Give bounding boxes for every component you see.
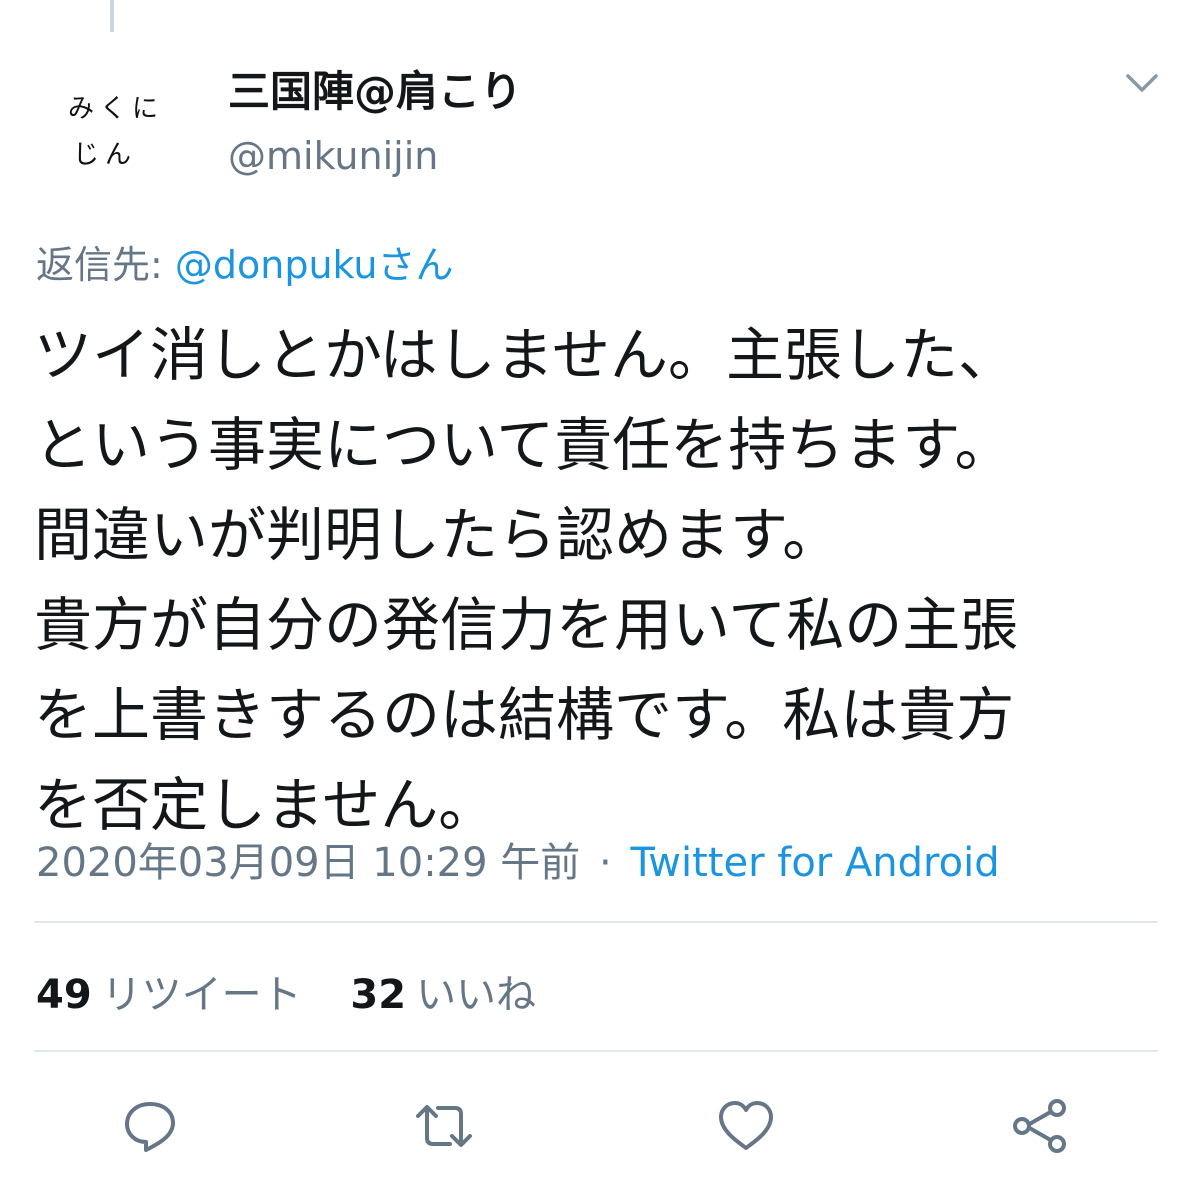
- divider: [34, 1050, 1158, 1052]
- retweet-button[interactable]: [414, 1098, 474, 1154]
- retweet-icon: [416, 1105, 472, 1147]
- reply-to-link[interactable]: @donpukuさん: [175, 243, 454, 287]
- avatar-text-line-1: みくに: [67, 94, 164, 124]
- author-display-name[interactable]: 三国陣@肩こり: [228, 58, 522, 119]
- retweets-count: 49: [36, 972, 92, 1018]
- thread-connector-line: [110, 0, 114, 32]
- meta-separator: ·: [599, 840, 612, 886]
- avatar[interactable]: みくに じん: [42, 62, 182, 202]
- tweet-timestamp: 2020年03月09日 10:29 午前: [36, 840, 581, 886]
- retweets-label: リツイート: [101, 972, 302, 1018]
- reply-icon: [125, 1102, 175, 1152]
- likes-stat[interactable]: 32 いいね: [350, 972, 536, 1018]
- tweet-text-line: 貴方が自分の発信力を用いて私の主張: [34, 591, 1019, 659]
- avatar-text-line-2: じん: [72, 140, 137, 170]
- share-icon: [1013, 1099, 1066, 1153]
- tweet-text-line: という事実について責任を持ちます。: [34, 411, 1013, 479]
- chevron-down-icon[interactable]: [1122, 66, 1162, 100]
- reply-prefix: 返信先:: [36, 243, 175, 287]
- tweet-text: ツイ消しとかはしません。主張した、 という事実について責任を持ちます。 間違いが…: [34, 310, 1164, 850]
- author-handle[interactable]: @mikunijin: [228, 134, 438, 178]
- reply-context: 返信先: @donpukuさん: [36, 234, 453, 289]
- divider: [34, 921, 1158, 923]
- retweets-stat[interactable]: 49 リツイート: [36, 972, 302, 1018]
- heart-icon: [719, 1101, 773, 1150]
- tweet-text-line: ツイ消しとかはしません。主張した、: [34, 321, 1016, 389]
- tweet-text-line: を上書きするのは結構です。私は貴方: [34, 681, 1015, 749]
- likes-label: いいね: [416, 972, 537, 1018]
- share-button[interactable]: [1010, 1098, 1070, 1154]
- tweet-text-line: 間違いが判明したら認めます。: [34, 501, 841, 569]
- likes-count: 32: [350, 972, 407, 1018]
- tweet-meta: 2020年03月09日 10:29 午前 · Twitter for Andro…: [36, 830, 1000, 888]
- tweet-source-link[interactable]: Twitter for Android: [630, 840, 999, 886]
- like-button[interactable]: [716, 1098, 776, 1154]
- reply-button[interactable]: [120, 1098, 180, 1154]
- tweet-stats: 49 リツイート 32 いいね: [36, 962, 536, 1020]
